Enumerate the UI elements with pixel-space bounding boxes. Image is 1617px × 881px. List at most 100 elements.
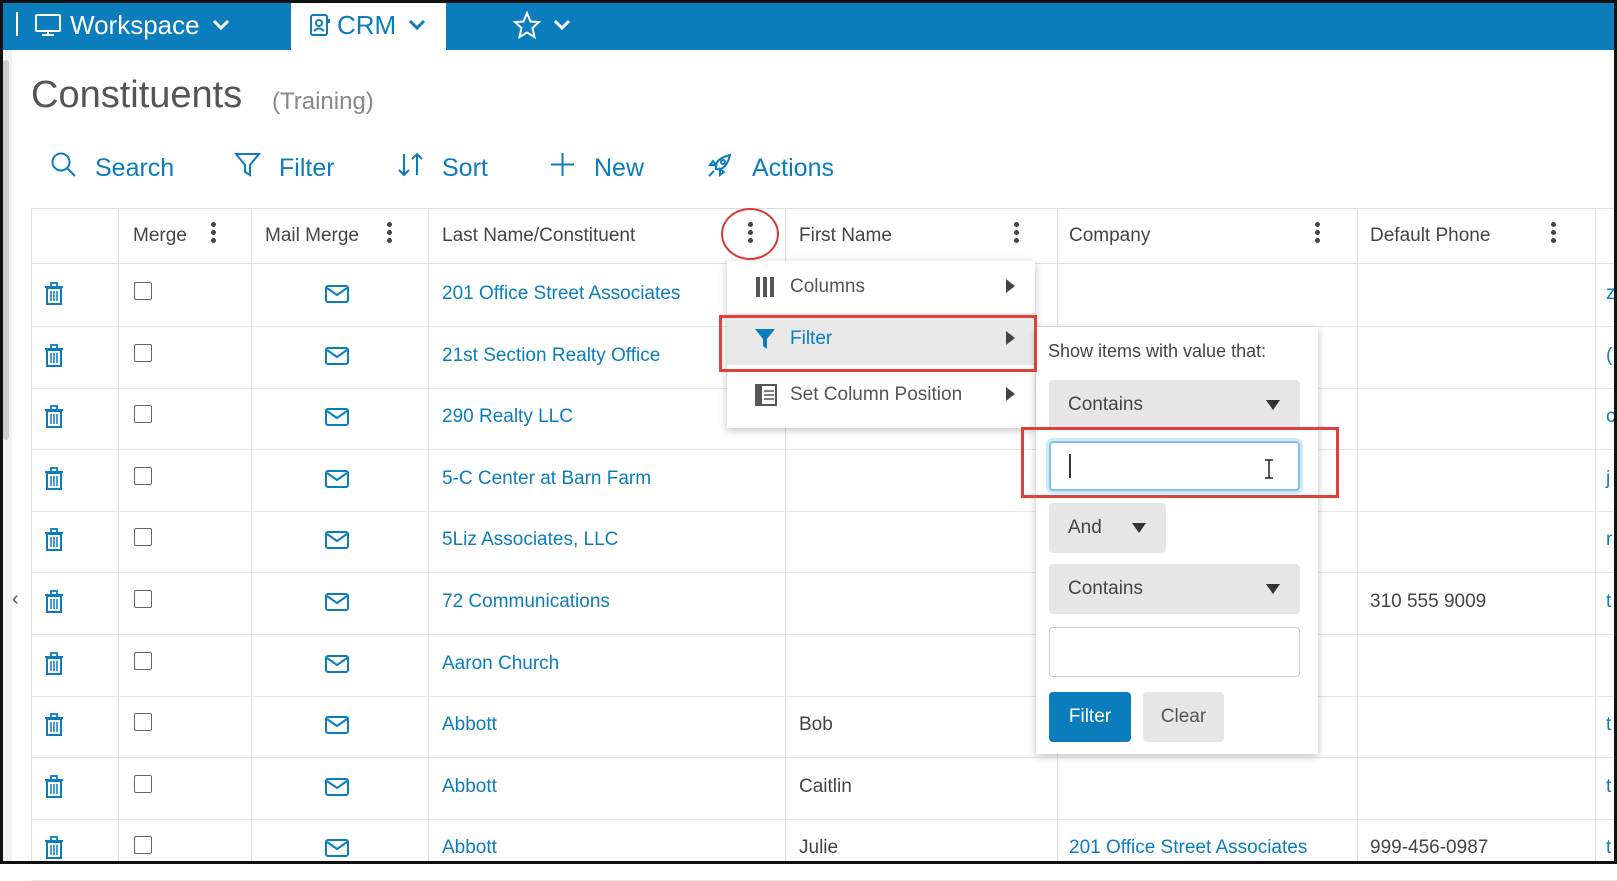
- merge-checkbox[interactable]: [134, 344, 152, 362]
- trash-icon[interactable]: [44, 326, 64, 386]
- chevron-left-icon[interactable]: ‹: [12, 588, 19, 611]
- trash-icon[interactable]: [44, 634, 64, 694]
- column-header-merge[interactable]: Merge: [133, 208, 187, 264]
- envelope-icon[interactable]: [325, 264, 349, 324]
- merge-checkbox[interactable]: [134, 713, 152, 731]
- envelope-icon[interactable]: [325, 818, 349, 878]
- filter-button[interactable]: Filter: [233, 150, 335, 186]
- company-link[interactable]: 201 Office Street Associates: [1069, 818, 1307, 878]
- trash-icon[interactable]: [44, 264, 64, 324]
- rocket-icon: [706, 151, 752, 186]
- last-name-link[interactable]: 21st Section Realty Office: [442, 326, 660, 386]
- last-name-link[interactable]: Aaron Church: [442, 634, 559, 694]
- trash-icon[interactable]: [44, 695, 64, 755]
- search-button[interactable]: Search: [50, 150, 174, 186]
- actions-button[interactable]: Actions: [706, 150, 834, 186]
- truncated-cell: t: [1606, 591, 1612, 612]
- column-menu-icon[interactable]: [211, 222, 217, 248]
- envelope-icon[interactable]: [325, 449, 349, 509]
- workspace-menu[interactable]: Workspace: [34, 0, 230, 50]
- last-name-link[interactable]: Abbott: [442, 818, 497, 878]
- caret-right-icon: [1006, 387, 1015, 401]
- truncated-cell: r: [1606, 529, 1613, 550]
- search-icon: [50, 151, 95, 185]
- filter-operator-select-2[interactable]: Contains: [1049, 564, 1300, 614]
- select-value: Contains: [1068, 578, 1143, 599]
- divider: [16, 12, 18, 36]
- new-button[interactable]: New: [549, 150, 644, 186]
- merge-checkbox[interactable]: [134, 405, 152, 423]
- favorites-menu[interactable]: [513, 0, 571, 50]
- menu-item-columns[interactable]: Columns: [727, 261, 1035, 313]
- envelope-icon[interactable]: [325, 695, 349, 755]
- truncated-cell: t: [1606, 714, 1612, 735]
- truncated-cell: t: [1606, 837, 1612, 858]
- monitor-icon: [34, 13, 62, 37]
- column-menu-icon[interactable]: [748, 222, 754, 248]
- envelope-icon[interactable]: [325, 326, 349, 386]
- filter-logic-select[interactable]: And: [1049, 503, 1166, 553]
- trash-icon[interactable]: [44, 757, 64, 817]
- trash-icon[interactable]: [44, 818, 64, 878]
- first-name-cell: Julie: [799, 837, 839, 858]
- column-context-menu: Columns Filter Set Column Position: [727, 261, 1035, 428]
- envelope-icon[interactable]: [325, 757, 349, 817]
- merge-checkbox[interactable]: [134, 652, 152, 670]
- search-label: Search: [95, 153, 175, 182]
- column-header-company[interactable]: Company: [1069, 208, 1150, 264]
- column-header-last-name[interactable]: Last Name/Constituent: [442, 208, 635, 264]
- column-menu-icon[interactable]: [1315, 222, 1321, 248]
- scrollbar[interactable]: [3, 60, 9, 440]
- merge-checkbox[interactable]: [134, 836, 152, 854]
- sort-label: Sort: [442, 153, 488, 182]
- last-name-link[interactable]: 72 Communications: [442, 572, 610, 632]
- truncated-cell: j: [1606, 468, 1611, 489]
- workspace-label: Workspace: [70, 9, 200, 40]
- merge-checkbox[interactable]: [134, 528, 152, 546]
- crm-label: CRM: [337, 9, 397, 40]
- first-name-cell: Bob: [799, 714, 833, 735]
- trash-icon[interactable]: [44, 449, 64, 509]
- column-menu-icon[interactable]: [1014, 222, 1020, 248]
- column-header-mail-merge[interactable]: Mail Merge: [265, 208, 359, 264]
- menu-item-set-column-position[interactable]: Set Column Position: [727, 369, 1035, 421]
- column-menu-icon[interactable]: [387, 222, 393, 248]
- tab-crm[interactable]: CRM: [291, 0, 446, 50]
- sort-button[interactable]: Sort: [397, 150, 488, 186]
- filter-value-input-2[interactable]: [1049, 627, 1300, 677]
- top-navigation-bar: Workspace CRM: [0, 0, 1617, 50]
- last-name-link[interactable]: Abbott: [442, 695, 497, 755]
- truncated-cell: t: [1606, 776, 1612, 797]
- last-name-link[interactable]: 5Liz Associates, LLC: [442, 510, 618, 570]
- last-name-link[interactable]: 290 Realty LLC: [442, 387, 573, 447]
- apply-filter-button[interactable]: Filter: [1049, 692, 1131, 742]
- last-name-link[interactable]: 201 Office Street Associates: [442, 264, 680, 324]
- merge-checkbox[interactable]: [134, 590, 152, 608]
- merge-checkbox[interactable]: [134, 282, 152, 300]
- trash-icon[interactable]: [44, 572, 64, 632]
- clear-filter-button[interactable]: Clear: [1143, 692, 1224, 742]
- chevron-down-icon: [553, 19, 571, 31]
- merge-checkbox[interactable]: [134, 467, 152, 485]
- filter-label: Filter: [279, 153, 335, 182]
- column-divider: [1357, 208, 1358, 864]
- last-name-link[interactable]: 5-C Center at Barn Farm: [442, 449, 651, 509]
- truncated-cell: c: [1606, 406, 1616, 427]
- first-name-cell: Caitlin: [799, 776, 852, 797]
- column-header-default-phone[interactable]: Default Phone: [1370, 208, 1490, 264]
- envelope-icon[interactable]: [325, 634, 349, 694]
- trash-icon[interactable]: [44, 387, 64, 447]
- envelope-icon[interactable]: [325, 572, 349, 632]
- trash-icon[interactable]: [44, 510, 64, 570]
- column-divider: [1595, 208, 1596, 864]
- last-name-link[interactable]: Abbott: [442, 757, 497, 817]
- envelope-icon[interactable]: [325, 387, 349, 447]
- caret-down-icon: [1266, 584, 1280, 594]
- column-menu-icon[interactable]: [1551, 222, 1557, 248]
- merge-checkbox[interactable]: [134, 775, 152, 793]
- filter-submenu: Show items with value that: Contains And…: [1036, 327, 1318, 754]
- column-header-first-name[interactable]: First Name: [799, 208, 892, 264]
- envelope-icon[interactable]: [325, 510, 349, 570]
- menu-item-filter[interactable]: Filter: [727, 313, 1035, 365]
- filter-operator-select-1[interactable]: Contains: [1049, 380, 1300, 430]
